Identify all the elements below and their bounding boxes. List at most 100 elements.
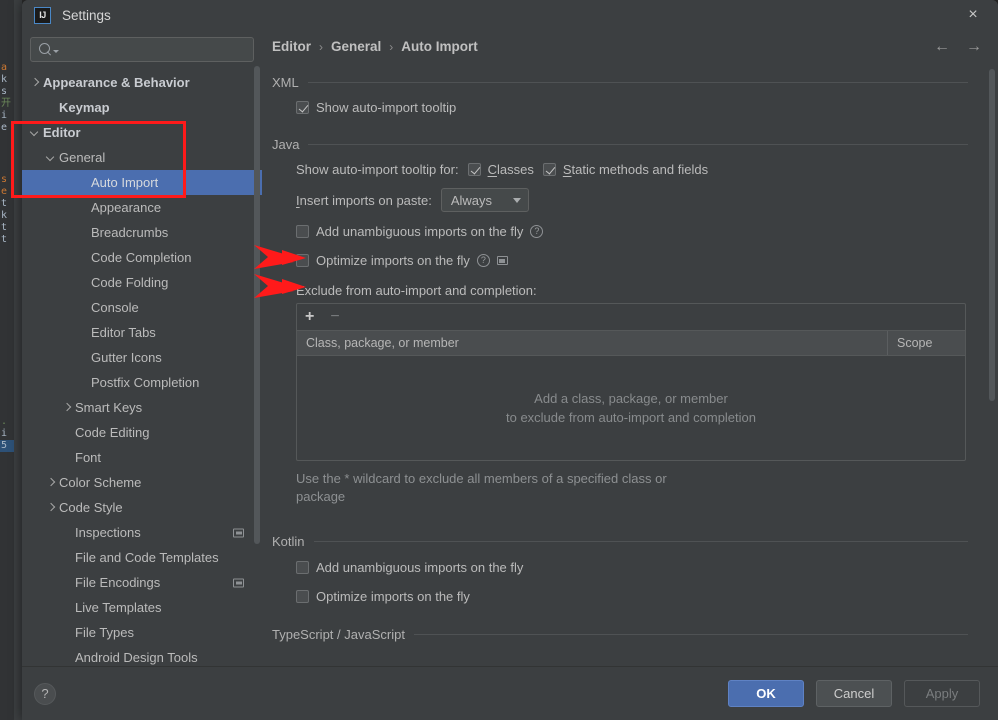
section-divider (413, 634, 968, 635)
java-insert-imports-row: Insert imports on paste: Always (272, 183, 968, 217)
search-input[interactable] (59, 41, 247, 58)
java-classes-label: Classes (487, 162, 534, 177)
java-add-unambiguous-row[interactable]: Add unambiguous imports on the fly ? (272, 217, 968, 246)
close-icon[interactable]: × (960, 4, 986, 26)
java-optimize-row[interactable]: Optimize imports on the fly ? (272, 246, 968, 275)
help-icon[interactable]: ? (530, 225, 544, 238)
sidebar-item-label: Code Folding (91, 275, 169, 290)
sidebar-item-color-scheme[interactable]: Color Scheme (22, 470, 262, 495)
kotlin-add-unambiguous-label: Add unambiguous imports on the fly (316, 560, 524, 575)
sidebar-item-label: Smart Keys (75, 400, 143, 415)
apply-button: Apply (904, 680, 980, 707)
insert-imports-dropdown[interactable]: Always (440, 188, 529, 212)
section-divider (308, 144, 968, 145)
java-classes-checkbox[interactable] (467, 163, 481, 176)
sidebar-item-label: File Types (75, 625, 135, 640)
back-arrow-icon[interactable]: ← (934, 38, 950, 55)
java-add-unambiguous-label: Add unambiguous imports on the fly (316, 224, 524, 239)
sidebar-item-inspections[interactable]: Inspections (22, 520, 262, 545)
sidebar-item-code-style[interactable]: Code Style (22, 495, 262, 520)
sidebar-item-console[interactable]: Console (22, 295, 262, 320)
settings-content: Editor › General › Auto Import ← → XML S… (262, 30, 998, 666)
sidebar-item-editor[interactable]: Editor (22, 120, 262, 145)
chevron-right-icon[interactable] (28, 76, 41, 89)
xml-show-tooltip-row[interactable]: Show auto-import tooltip (272, 94, 968, 121)
kotlin-optimize-label: Optimize imports on the fly (316, 589, 470, 604)
java-tooltip-for-label: Show auto-import tooltip for: (296, 162, 459, 177)
cancel-button[interactable]: Cancel (816, 680, 892, 707)
sidebar-item-appearance[interactable]: Appearance (22, 195, 262, 220)
kotlin-add-unambiguous-checkbox[interactable] (296, 561, 309, 574)
sidebar-item-code-completion[interactable]: Code Completion (22, 245, 262, 270)
sidebar-item-code-folding[interactable]: Code Folding (22, 270, 262, 295)
sidebar-item-auto-import[interactable]: Auto Import (22, 170, 262, 195)
sidebar-item-label: Appearance (91, 200, 162, 215)
breadcrumb-separator: › (319, 39, 323, 54)
insert-imports-value: Always (450, 192, 493, 208)
java-static-methods-checkbox[interactable] (542, 163, 556, 176)
xml-show-tooltip-checkbox[interactable] (296, 101, 309, 114)
section-xml: XML (272, 75, 968, 90)
content-scrollbar[interactable] (989, 69, 995, 401)
sidebar-item-font[interactable]: Font (22, 445, 262, 470)
sidebar-item-gutter-icons[interactable]: Gutter Icons (22, 345, 262, 370)
java-add-unambiguous-checkbox[interactable] (296, 225, 309, 238)
sidebar-item-file-encodings[interactable]: File Encodings (22, 570, 262, 595)
sidebar-item-general[interactable]: General (22, 145, 262, 170)
chevron-right-icon[interactable] (60, 401, 73, 414)
section-kotlin: Kotlin (272, 534, 968, 549)
breadcrumb-item-general[interactable]: General (331, 39, 381, 54)
column-header-class: Class, package, or member (306, 336, 459, 350)
settings-tree[interactable]: Appearance & Behavior Keymap Editor General… (22, 68, 262, 666)
sidebar-scrollbar[interactable] (254, 66, 260, 544)
help-button[interactable]: ? (34, 682, 56, 705)
sidebar-item-postfix-completion[interactable]: Postfix Completion (22, 370, 262, 395)
search-box[interactable] (30, 37, 254, 62)
chevron-down-icon[interactable] (44, 151, 57, 164)
breadcrumb-item-editor[interactable]: Editor (272, 39, 311, 54)
chevron-down-icon[interactable] (28, 126, 41, 139)
add-icon[interactable]: + (305, 309, 314, 325)
chevron-right-icon[interactable] (44, 476, 57, 489)
section-title-xml: XML (272, 75, 299, 90)
forward-arrow-icon[interactable]: → (966, 38, 982, 55)
sidebar-item-breadcrumbs[interactable]: Breadcrumbs (22, 220, 262, 245)
navigation-buttons: ← → (934, 38, 982, 55)
sidebar-item-editor-tabs[interactable]: Editor Tabs (22, 320, 262, 345)
dialog-titlebar: IJ Settings × (22, 0, 998, 30)
sidebar-item-live-templates[interactable]: Live Templates (22, 595, 262, 620)
sidebar-item-android-design-tools[interactable]: Android Design Tools (22, 645, 262, 666)
chevron-right-icon[interactable] (44, 501, 57, 514)
exclude-table-body[interactable]: Add a class, package, or member to exclu… (297, 356, 965, 460)
sidebar-item-label: Auto Import (91, 175, 159, 190)
remove-icon: − (330, 308, 340, 325)
kotlin-add-unambiguous-row[interactable]: Add unambiguous imports on the fly (272, 553, 968, 582)
kotlin-optimize-row[interactable]: Optimize imports on the fly (272, 582, 968, 611)
java-optimize-checkbox[interactable] (296, 254, 309, 267)
kotlin-optimize-checkbox[interactable] (296, 590, 309, 603)
sidebar-item-label: Font (75, 450, 102, 465)
sidebar-item-label: Inspections (75, 525, 141, 540)
project-scope-icon (233, 528, 244, 537)
sidebar-item-code-editing[interactable]: Code Editing (22, 420, 262, 445)
sidebar-item-smart-keys[interactable]: Smart Keys (22, 395, 262, 420)
sidebar-item-appearance-behavior[interactable]: Appearance & Behavior (22, 70, 262, 95)
search-wrapper (22, 30, 262, 68)
wildcard-note: Use the * wildcard to exclude all member… (296, 471, 667, 504)
sidebar-item-keymap[interactable]: Keymap (22, 95, 262, 120)
exclude-table: + − Class, package, or member Scope Add … (296, 303, 966, 461)
xml-show-tooltip-label: Show auto-import tooltip (316, 100, 457, 115)
sidebar-item-file-and-code-templates[interactable]: File and Code Templates (22, 545, 262, 570)
help-icon[interactable]: ? (476, 254, 490, 267)
ok-button[interactable]: OK (728, 680, 804, 707)
sidebar-item-file-types[interactable]: File Types (22, 620, 262, 645)
